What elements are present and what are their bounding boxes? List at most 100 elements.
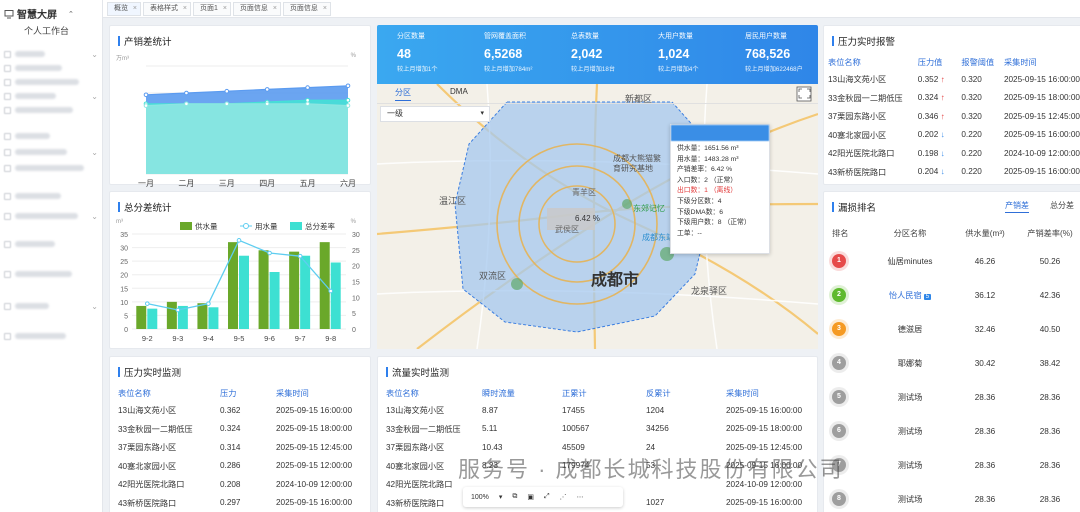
zoom-level[interactable]: 100%: [471, 494, 489, 501]
menu-icon: [4, 92, 11, 100]
sidebar-item-workbench[interactable]: 个人工作台: [24, 24, 69, 37]
more-icon[interactable]: ⋯: [577, 493, 584, 501]
sidebar-item-label: [15, 65, 62, 71]
sidebar-item[interactable]: [4, 268, 98, 280]
expand-icon[interactable]: ⤢: [544, 493, 550, 501]
close-icon[interactable]: ×: [183, 3, 187, 15]
tab-total-diff[interactable]: 总分差: [1050, 200, 1074, 211]
table-row[interactable]: 43新桥医院路口 0.204 ↓ 0.220 2025-09-15 16:00:00: [828, 163, 1080, 182]
close-icon[interactable]: ×: [223, 3, 227, 15]
chevron-up-icon: ⌃: [68, 10, 74, 18]
table-row[interactable]: 43新桥医院路口 0.297 2025-09-15 16:00:00: [118, 494, 364, 512]
rank-badge: 1: [832, 254, 846, 268]
tab-label: 概览: [114, 4, 128, 12]
y-right-tick-label: 0: [352, 327, 356, 334]
table-row[interactable]: 37栗园东路小区 0.346 ↑ 0.320 2025-09-15 12:45:00: [828, 107, 1080, 126]
sidebar-item[interactable]: [4, 62, 98, 74]
table-row[interactable]: 37栗园东路小区 0.314 2025-09-15 12:45:00: [118, 438, 364, 457]
map-tab-0[interactable]: 分区: [395, 87, 411, 101]
table-row[interactable]: 33金秋园一二期低压 0.324 ↑ 0.320 2025-09-15 18:00:0…: [828, 89, 1080, 108]
table-row[interactable]: 42阳光医院北路口 0.208 2024-10-09 12:00:00: [118, 475, 364, 494]
table-row[interactable]: 2 怡人民宿 5 36.12 42.36: [832, 278, 1080, 312]
pressure-value: 0.202: [917, 130, 939, 140]
table-row[interactable]: 6 测试场 28.36 28.36: [832, 414, 1080, 448]
table-row[interactable]: 40塞北家园小区 0.286 2025-09-15 12:00:00: [118, 457, 364, 476]
x-tick-label: 二月: [178, 179, 194, 188]
table-cell: 2025-09-15 12:45:00: [1003, 111, 1080, 121]
pressure-value: 0.346: [917, 111, 939, 121]
table-row[interactable]: 13山海文苑小区 0.362 2025-09-15 16:00:00: [118, 401, 364, 420]
table-row[interactable]: 3 德滋居 32.46 40.50: [832, 312, 1080, 346]
tab-production-diff[interactable]: 产销差: [1005, 200, 1029, 213]
copy-icon[interactable]: ⧉: [512, 493, 517, 501]
zone-name: 测试场: [897, 461, 923, 470]
menu-icon: [4, 148, 11, 156]
pressure-value: 0.324: [917, 93, 939, 103]
sidebar-item[interactable]: ⌄: [4, 210, 98, 222]
table-cell: 38.42: [1039, 358, 1061, 368]
leak-rank-table: 排名 分区名称 供水量(m³) 产销差率(%) 1 仙居minutes 46.26 50.26…: [832, 222, 1080, 512]
data-point: [267, 250, 272, 256]
table-header-row: 表位名称 瞬时流量 正累计 反累计 采集时间: [386, 385, 811, 401]
level-select[interactable]: 一级 ▾: [380, 106, 490, 122]
table-row[interactable]: 5 测试场 28.36 28.36: [832, 380, 1080, 414]
menu-icon: [4, 240, 11, 248]
table-row[interactable]: 8 测试场 28.36 28.36: [832, 482, 1080, 512]
sidebar-item[interactable]: [4, 104, 98, 116]
tab-1[interactable]: 表格样式 ×: [143, 1, 191, 16]
map-place-label: 成都大熊猫繁育研究基地: [613, 154, 661, 173]
share-icon[interactable]: ⋰: [560, 493, 567, 501]
sidebar-title[interactable]: 智慧大屏 ⌃: [4, 6, 74, 21]
tab-3[interactable]: 页面信息 ×: [232, 1, 281, 16]
tab-2[interactable]: 页面1 ×: [193, 1, 231, 16]
y-right-tick-label: 10: [352, 295, 360, 302]
map-place-label: 龙泉驿区: [691, 286, 728, 296]
table-row[interactable]: 7 测试场 28.36 28.36: [832, 448, 1080, 482]
sidebar-item[interactable]: ⌄: [4, 90, 98, 102]
table-cell: 5.11: [482, 424, 498, 434]
table-cell: 40.50: [1039, 324, 1061, 334]
close-icon[interactable]: ×: [133, 3, 137, 15]
table-row[interactable]: 33金秋园一二期低压 5.11 100567 34256 2025-09-15 18:0…: [386, 420, 811, 439]
map-place-label: 青羊区: [572, 188, 596, 197]
sidebar-item-label: [15, 303, 49, 309]
sidebar-item[interactable]: [4, 76, 98, 88]
table-cell: 43新桥医院路口: [828, 167, 887, 177]
sidebar-item[interactable]: [4, 330, 98, 342]
panel-icon[interactable]: ▣: [527, 493, 534, 501]
sidebar-item[interactable]: [4, 162, 98, 174]
map-tab-1[interactable]: DMA: [450, 87, 468, 96]
table-row[interactable]: 40塞北家园小区 0.202 ↓ 0.220 2025-09-15 16:00:00: [828, 126, 1080, 145]
close-icon[interactable]: ×: [273, 3, 277, 15]
sidebar-item[interactable]: [4, 238, 98, 250]
menu-icon: [4, 270, 11, 278]
watermark: 服务号 · 成都长城科技股份有限公司: [458, 457, 844, 482]
sidebar-item[interactable]: ⌄: [4, 300, 98, 312]
table-cell: 42.36: [1039, 290, 1061, 300]
table-row[interactable]: 4 耶娜菊 30.42 38.42: [832, 346, 1080, 380]
close-icon[interactable]: ×: [323, 3, 327, 15]
chevron-down-icon: ▾: [498, 494, 503, 501]
tab-0[interactable]: 概览 ×: [107, 1, 141, 16]
data-point: [345, 83, 351, 89]
stat-sub: 较上月增加784m²: [484, 66, 533, 73]
stat-card: 管网覆盖面积 6,5268 较上月增加784m²: [484, 31, 532, 73]
table-row[interactable]: 1 仙居minutes 46.26 50.26: [832, 244, 1080, 278]
tab-4[interactable]: 页面信息 ×: [282, 1, 331, 16]
table-cell: 46.26: [974, 256, 996, 266]
sidebar-item[interactable]: ⌄: [4, 146, 98, 158]
sidebar-item[interactable]: ⌄: [4, 48, 98, 60]
panel-title: 流量实时监测: [386, 365, 449, 379]
table-cell: 测试场: [870, 448, 950, 482]
table-cell: 33金秋园一二期低压: [118, 424, 193, 434]
data-point: [175, 307, 181, 313]
sidebar-item[interactable]: [4, 190, 98, 202]
bar: [136, 305, 147, 329]
rank-badge: 8: [832, 492, 846, 506]
rank-badge: 5: [832, 390, 846, 404]
table-row[interactable]: 13山海文苑小区 0.352 ↑ 0.320 2025-09-15 16:00:00: [828, 70, 1080, 89]
table-row[interactable]: 42阳光医院北路口 0.198 ↓ 0.220 2024-10-09 12:00:00: [828, 144, 1080, 163]
table-row[interactable]: 13山海文苑小区 8.87 17455 1204 2025-09-15 16:00:00: [386, 401, 811, 420]
sidebar-item[interactable]: [4, 130, 98, 142]
table-row[interactable]: 33金秋园一二期低压 0.324 2025-09-15 18:00:00: [118, 420, 364, 439]
